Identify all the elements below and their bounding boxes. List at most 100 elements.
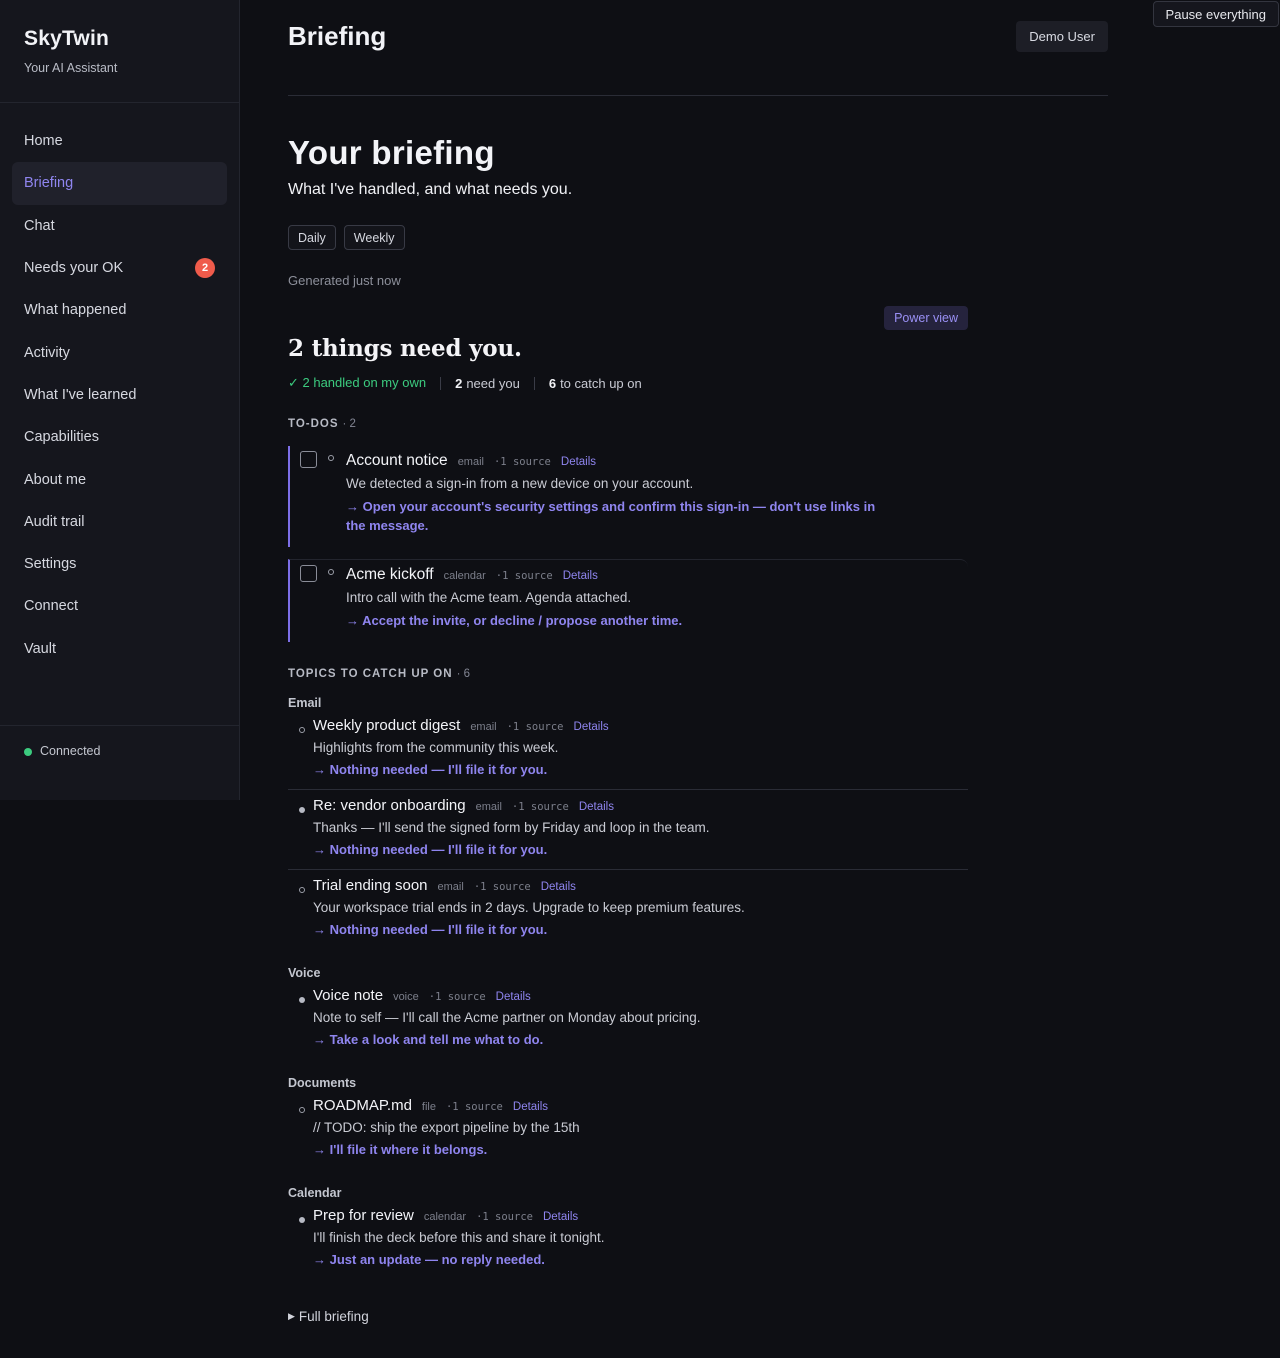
item-kind: email (437, 881, 464, 893)
sidebar-item-needs-your-ok[interactable]: Needs your OK 2 (12, 247, 227, 289)
topic-item: ROADMAP.md file ·1 source Details // TOD… (288, 1090, 968, 1169)
sidebar-item-briefing[interactable]: Briefing (12, 162, 227, 205)
item-header: Account notice email ·1 source Details (346, 452, 968, 470)
connection-status-label: Connected (40, 744, 101, 758)
pause-everything-button[interactable]: Pause everything (1152, 1, 1279, 27)
topic-item: Voice note voice ·1 source Details Note … (288, 980, 968, 1059)
item-sources: ·1 source (495, 570, 553, 582)
read-dot-icon (299, 1217, 305, 1223)
item-sources: ·1 source (473, 881, 531, 893)
item-title: Acme kickoff (346, 566, 434, 583)
topic-group-documents: Documents (288, 1076, 357, 1090)
connection-status: Connected (0, 725, 239, 800)
details-link[interactable]: Details (513, 1101, 548, 1113)
sidebar-item-capabilities[interactable]: Capabilities (12, 416, 227, 458)
details-link[interactable]: Details (574, 721, 609, 733)
item-description: Intro call with the Acme team. Agenda at… (346, 590, 632, 605)
generated-timestamp: Generated just now (288, 273, 401, 288)
app-subtitle: Your AI Assistant (24, 61, 118, 75)
details-link[interactable]: Details (543, 1211, 578, 1223)
item-sources: ·1 source (506, 721, 564, 733)
full-briefing-toggle[interactable]: ▶ Full briefing (288, 1309, 1108, 1324)
catch-label: to catch up on (560, 375, 642, 391)
status-dot-icon (24, 748, 32, 756)
sidebar-item-label: Activity (24, 344, 70, 361)
item-header: Acme kickoff calendar ·1 source Details (346, 566, 968, 584)
topic-item: Weekly product digest email ·1 source De… (288, 710, 968, 790)
sidebar-nav: Home Briefing Chat Needs your OK 2 What h… (0, 103, 239, 670)
summary-title: 2 things need you. (288, 335, 522, 362)
item-description: Your workspace trial ends in 2 days. Upg… (313, 900, 745, 915)
topic-item: Prep for review calendar ·1 source Detai… (288, 1200, 968, 1279)
item-title: Prep for review (313, 1207, 414, 1224)
details-link[interactable]: Details (561, 456, 596, 468)
power-view-row: Power view (288, 306, 968, 330)
sidebar-item-what-ive-learned[interactable]: What I've learned (12, 374, 227, 416)
item-header: Trial ending soon email ·1 source Detail… (313, 877, 968, 894)
item-suggested-action[interactable]: → Open your account's security settings … (346, 497, 876, 535)
item-description: Thanks — I'll send the signed form by Fr… (313, 820, 710, 835)
sidebar: SkyTwin Your AI Assistant Home Briefing … (0, 0, 240, 800)
sidebar-item-settings[interactable]: Settings (12, 543, 227, 585)
todos-label: TO-DOS (288, 418, 339, 430)
page-title: Briefing (288, 21, 387, 51)
main-content: Briefing Demo User Your briefing What I'… (288, 0, 1108, 1324)
topics-section-label: TOPICS TO CATCH UP ON · 6 (288, 668, 1108, 680)
read-dot-icon (299, 997, 305, 1003)
item-kind: calendar (423, 1211, 467, 1223)
sidebar-item-activity[interactable]: Activity (12, 331, 227, 373)
item-suggested-action[interactable]: → Just an update — no reply needed. (313, 1250, 968, 1269)
item-suggested-action[interactable]: → Take a look and tell me what to do. (313, 1030, 968, 1049)
app-name: SkyTwin (24, 27, 110, 50)
full-briefing-label: Full briefing (298, 1309, 369, 1324)
item-suggested-action[interactable]: → Accept the invite, or decline / propos… (346, 611, 968, 630)
item-title: Re: vendor onboarding (313, 797, 466, 814)
todo-checkbox[interactable] (300, 565, 317, 582)
sidebar-item-label: Chat (24, 217, 55, 234)
item-title: Voice note (313, 987, 384, 1004)
item-kind: email (470, 721, 497, 733)
tab-daily[interactable]: Daily (288, 225, 336, 250)
sidebar-item-label: Vault (24, 640, 56, 657)
item-kind: email (457, 456, 484, 468)
user-menu-button[interactable]: Demo User (1016, 21, 1108, 52)
details-link[interactable]: Details (563, 570, 598, 582)
sidebar-item-label: Needs your OK (24, 260, 124, 277)
item-description: // TODO: ship the export pipeline by the… (313, 1120, 580, 1135)
sidebar-item-chat[interactable]: Chat (12, 205, 227, 247)
sidebar-item-label: Briefing (24, 175, 74, 192)
details-link[interactable]: Details (579, 801, 614, 813)
item-header: Voice note voice ·1 source Details (313, 987, 968, 1004)
item-kind: email (475, 801, 502, 813)
item-suggested-action[interactable]: → Nothing needed — I'll file it for you. (313, 920, 968, 939)
topic-group-voice: Voice (288, 966, 321, 980)
item-suggested-action[interactable]: → I'll file it where it belongs. (313, 1140, 968, 1159)
item-header: Weekly product digest email ·1 source De… (313, 717, 968, 734)
catch-count: 6 (548, 375, 557, 391)
briefing-subtitle: What I've handled, and what needs you. (288, 181, 573, 198)
item-suggested-action[interactable]: → Nothing needed — I'll file it for you. (313, 760, 968, 779)
sidebar-item-about-me[interactable]: About me (12, 458, 227, 500)
sidebar-item-audit-trail[interactable]: Audit trail (12, 501, 227, 543)
item-description: We detected a sign-in from a new device … (346, 476, 694, 491)
sidebar-item-label: Capabilities (24, 429, 99, 446)
item-title: Weekly product digest (313, 717, 461, 734)
todo-checkbox[interactable] (300, 451, 317, 468)
unread-ring-icon (299, 727, 305, 733)
sidebar-item-what-happened[interactable]: What happened (12, 289, 227, 331)
item-suggested-action[interactable]: → Nothing needed — I'll file it for you. (313, 840, 968, 859)
details-link[interactable]: Details (541, 881, 576, 893)
sidebar-item-home[interactable]: Home (12, 120, 227, 162)
power-view-button[interactable]: Power view (884, 306, 968, 330)
item-header: Re: vendor onboarding email ·1 source De… (313, 797, 968, 814)
briefing-period-tabs: Daily Weekly (288, 225, 1108, 250)
tab-weekly[interactable]: Weekly (343, 225, 405, 250)
sidebar-item-connect[interactable]: Connect (12, 585, 227, 627)
details-link[interactable]: Details (496, 991, 531, 1003)
sidebar-item-label: Connect (24, 598, 79, 615)
stat-divider (440, 376, 442, 390)
need-count: 2 (455, 375, 463, 391)
sidebar-item-vault[interactable]: Vault (12, 628, 227, 670)
caret-right-icon: ▶ (288, 1311, 295, 1321)
status-ring-icon (328, 569, 334, 575)
